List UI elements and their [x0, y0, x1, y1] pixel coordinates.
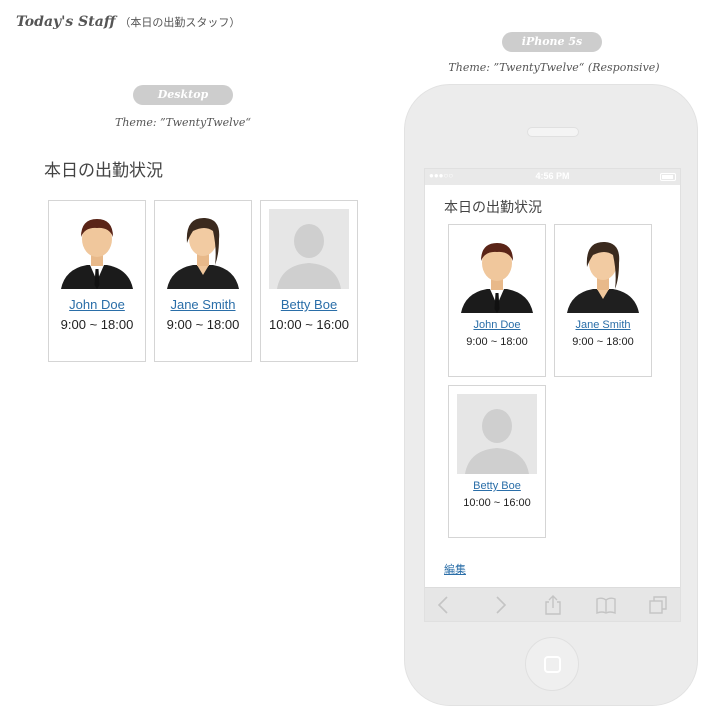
battery-icon — [660, 173, 676, 181]
tabs-icon[interactable] — [647, 594, 669, 616]
desktop-heading: 本日の出勤状況 — [44, 161, 163, 181]
bookmarks-icon[interactable] — [595, 594, 617, 616]
share-icon[interactable] — [542, 594, 564, 616]
page-title-subtitle: （本日の出勤スタッフ） — [119, 16, 241, 29]
staff-hours: 10:00 ~ 16:00 — [269, 317, 349, 332]
staff-card-john-doe: John Doe 9:00 ~ 18:00 — [48, 200, 146, 362]
phone-heading: 本日の出勤状況 — [444, 200, 542, 216]
iphone-label-pill: iPhone 5s — [502, 32, 602, 52]
home-button[interactable] — [525, 637, 579, 691]
desktop-theme-caption: Theme: ”TwentyTwelve“ — [114, 116, 252, 129]
phone-screen: ●●●○○ 4:56 PM 本日の出勤状況 John Doe 9:00 ~ 18… — [424, 168, 681, 622]
home-square-icon — [544, 656, 561, 673]
staff-name-link[interactable]: Betty Boe — [261, 297, 357, 312]
staff-hours: 9:00 ~ 18:00 — [572, 336, 634, 348]
desktop-label-pill: Desktop — [133, 85, 233, 105]
staff-hours: 9:00 ~ 18:00 — [166, 317, 240, 332]
staff-name-link[interactable]: Jane Smith — [555, 319, 651, 331]
staff-card-john-doe: John Doe 9:00 ~ 18:00 — [448, 224, 546, 377]
placeholder-avatar-icon — [457, 394, 537, 474]
male-avatar-icon — [57, 209, 137, 289]
staff-card-betty-boe: Betty Boe 10:00 ~ 16:00 — [448, 385, 546, 538]
staff-card-betty-boe: Betty Boe 10:00 ~ 16:00 — [260, 200, 358, 362]
staff-hours: 9:00 ~ 18:00 — [60, 317, 134, 332]
speaker-grille — [527, 127, 579, 137]
back-icon[interactable] — [433, 594, 455, 616]
status-bar: ●●●○○ 4:56 PM — [425, 169, 680, 185]
edit-link[interactable]: 編集 — [444, 561, 466, 577]
forward-icon[interactable] — [489, 594, 511, 616]
staff-card-jane-smith: Jane Smith 9:00 ~ 18:00 — [154, 200, 252, 362]
placeholder-avatar-icon — [269, 209, 349, 289]
staff-name-link[interactable]: Jane Smith — [155, 297, 251, 312]
male-avatar-icon — [457, 233, 537, 313]
iphone-theme-caption: Theme: ”TwentyTwelve“ (Responsive) — [448, 61, 660, 74]
staff-name-link[interactable]: Betty Boe — [449, 480, 545, 492]
status-time: 4:56 PM — [535, 171, 570, 181]
staff-card-jane-smith: Jane Smith 9:00 ~ 18:00 — [554, 224, 652, 377]
staff-name-link[interactable]: John Doe — [449, 319, 545, 331]
safari-toolbar — [425, 587, 680, 621]
staff-name-link[interactable]: John Doe — [49, 297, 145, 312]
staff-hours: 9:00 ~ 18:00 — [466, 336, 528, 348]
iphone-frame: ●●●○○ 4:56 PM 本日の出勤状況 John Doe 9:00 ~ 18… — [404, 84, 698, 706]
female-avatar-icon — [563, 233, 643, 313]
female-avatar-icon — [163, 209, 243, 289]
staff-hours: 10:00 ~ 16:00 — [463, 497, 531, 509]
page-title: Today's Staff （本日の出勤スタッフ） — [16, 14, 240, 30]
page-title-main: Today's Staff — [16, 14, 116, 30]
